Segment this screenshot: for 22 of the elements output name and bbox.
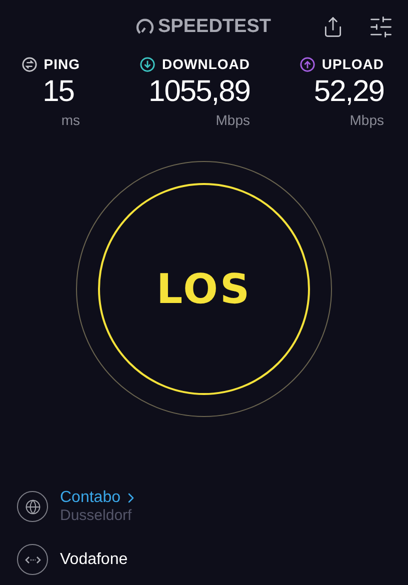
metric-label: PING [44,56,80,72]
metric-value: 1055,89 [148,74,250,110]
metric-value: 15 [42,74,74,110]
ping-icon [22,56,37,72]
start-button[interactable]: LOS [98,182,310,394]
gauge-icon [135,17,155,37]
download-icon [140,56,155,72]
provider-name: Vodafone [60,550,128,568]
server-link[interactable]: Contabo [60,489,138,507]
settings-button[interactable] [368,14,394,40]
metric-unit: Mbps [350,112,384,128]
metric-label: DOWNLOAD [162,56,250,72]
connection-icon [17,544,48,575]
metric-unit: ms [61,112,80,128]
metric-value: 52,29 [314,74,384,110]
upload-icon [300,56,315,72]
share-button[interactable] [322,16,344,38]
server-location: Dusseldorf [60,507,133,524]
metric-unit: Mbps [216,112,250,128]
logo-text: SPEEDTEST [158,16,271,38]
globe-icon [17,491,48,522]
metric-label: UPLOAD [322,56,384,72]
